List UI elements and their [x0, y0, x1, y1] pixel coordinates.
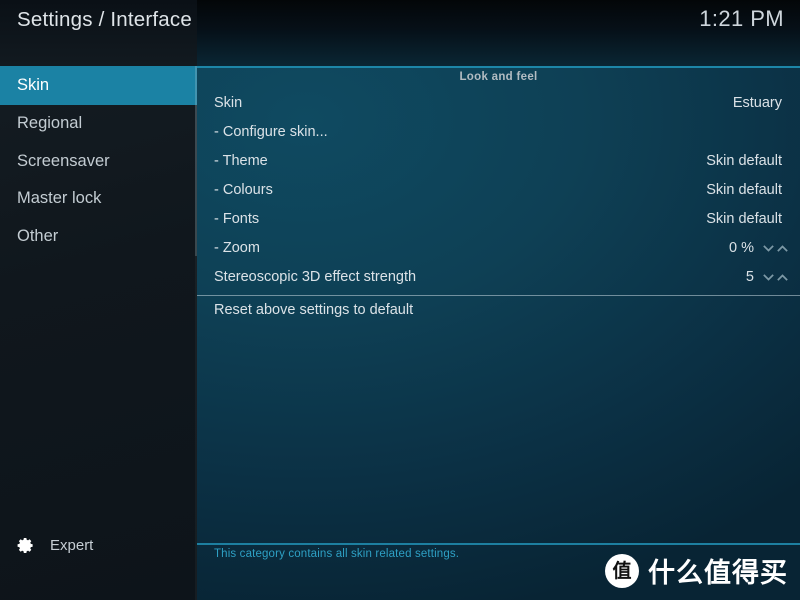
- settings-level-button[interactable]: Expert: [0, 528, 197, 562]
- setting-row-zoom[interactable]: - Zoom 0 %: [197, 234, 800, 263]
- setting-row-stereoscopic-3d-effect-strength[interactable]: Stereoscopic 3D effect strength 5: [197, 263, 800, 292]
- sidebar-item-label: Other: [17, 226, 59, 245]
- settings-level-label: Expert: [50, 536, 94, 554]
- setting-row-skin[interactable]: Skin Estuary: [197, 89, 800, 118]
- sidebar-item-other[interactable]: Other: [0, 218, 197, 256]
- sidebar-item-label: Screensaver: [17, 151, 110, 170]
- setting-value: 5: [745, 269, 754, 285]
- setting-label: - Theme: [214, 153, 268, 169]
- setting-value[interactable]: Skin default: [706, 147, 782, 176]
- settings-panel: Look and feel Skin Estuary - Configure s…: [197, 66, 800, 600]
- setting-row-reset-defaults[interactable]: Reset above settings to default: [197, 296, 800, 325]
- setting-label: - Colours: [214, 182, 273, 198]
- sidebar-item-label: Master lock: [17, 189, 102, 207]
- sidebar-item-label: Skin: [17, 76, 50, 94]
- setting-label: - Configure skin...: [214, 124, 328, 140]
- setting-label: - Zoom: [214, 240, 260, 256]
- watermark-badge: 值: [605, 553, 639, 588]
- chevron-up-icon[interactable]: [776, 271, 789, 284]
- page-title: Settings / Interface: [17, 8, 192, 31]
- chevron-down-icon[interactable]: [762, 242, 775, 255]
- stereoscopic-spinner[interactable]: [762, 263, 789, 292]
- sidebar-item-regional[interactable]: Regional: [0, 105, 197, 143]
- setting-row-fonts[interactable]: - Fonts Skin default: [197, 205, 800, 234]
- status-description: This category contains all skin related …: [214, 548, 460, 560]
- setting-label: Stereoscopic 3D effect strength: [214, 269, 417, 285]
- chevron-down-icon[interactable]: [762, 271, 775, 284]
- status-bar-rule: [197, 543, 800, 545]
- setting-value[interactable]: Estuary: [733, 89, 782, 118]
- gear-icon: [17, 537, 33, 553]
- panel-top-rule: [197, 66, 800, 68]
- sidebar-item-skin[interactable]: Skin: [0, 66, 197, 105]
- window-header: Settings / Interface 1:21 PM: [0, 0, 800, 66]
- watermark-text: 什么值得买: [648, 558, 788, 589]
- setting-label: Reset above settings to default: [214, 302, 414, 318]
- setting-row-theme[interactable]: - Theme Skin default: [197, 147, 800, 176]
- setting-value[interactable]: Skin default: [706, 205, 782, 234]
- sidebar-category-list: Skin Regional Screensaver Master lock Ot…: [0, 66, 197, 255]
- chevron-up-icon[interactable]: [776, 242, 789, 255]
- kodi-settings-window: Settings / Interface 1:21 PM Skin Region…: [0, 0, 800, 600]
- sidebar-item-screensaver[interactable]: Screensaver: [0, 143, 197, 181]
- setting-row-configure-skin[interactable]: - Configure skin...: [197, 118, 800, 147]
- sidebar: Skin Regional Screensaver Master lock Ot…: [0, 66, 197, 600]
- watermark: 值 什么值得买: [605, 551, 788, 590]
- zoom-spinner[interactable]: [762, 234, 789, 263]
- setting-row-colours[interactable]: - Colours Skin default: [197, 176, 800, 205]
- clock: 1:21 PM: [699, 6, 784, 31]
- setting-value: 0 %: [729, 240, 754, 256]
- sidebar-item-label: Regional: [17, 114, 83, 132]
- setting-value[interactable]: Skin default: [706, 176, 782, 205]
- section-header-look-and-feel: Look and feel: [459, 71, 538, 83]
- settings-list: Skin Estuary - Configure skin... - Theme…: [197, 89, 800, 292]
- setting-label: - Fonts: [214, 211, 260, 227]
- setting-label: Skin: [214, 95, 243, 111]
- sidebar-item-master-lock[interactable]: Master lock: [0, 180, 197, 218]
